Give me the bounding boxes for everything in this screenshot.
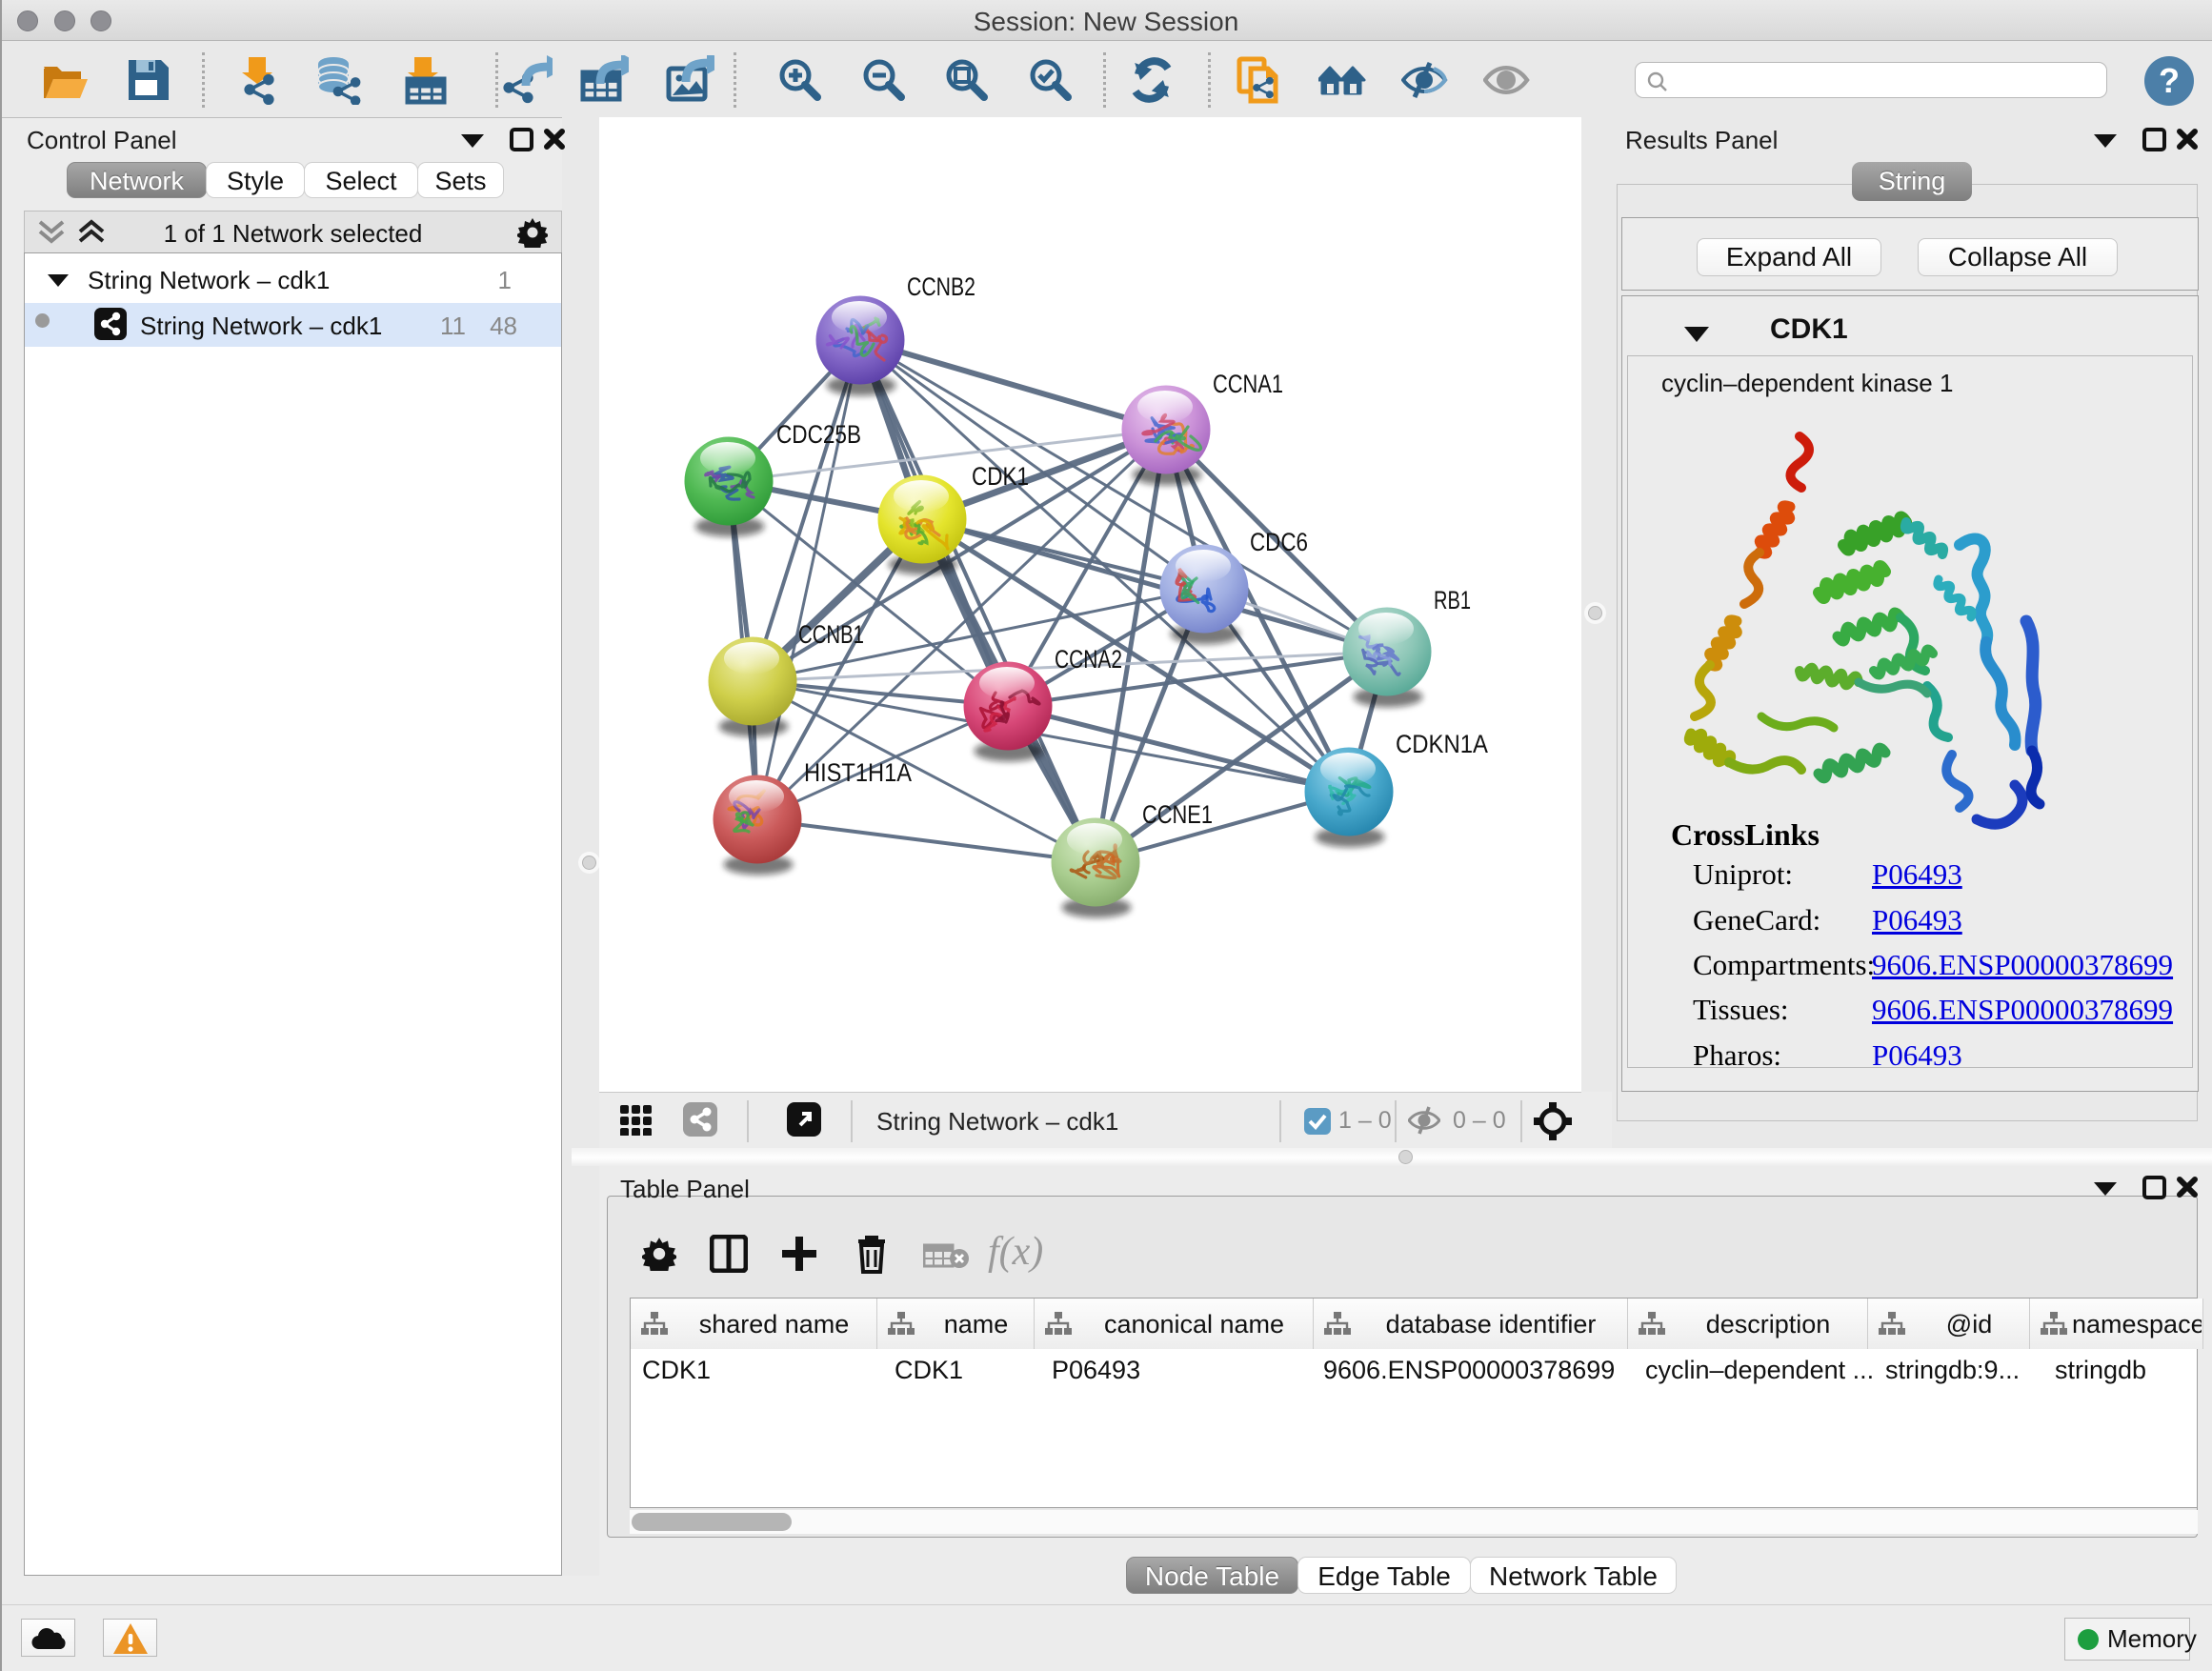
svg-text:CCNA2: CCNA2 <box>1055 645 1122 674</box>
svg-text:CCNB2: CCNB2 <box>907 272 975 301</box>
svg-text:CCNA1: CCNA1 <box>1213 370 1283 398</box>
svg-text:CCNE1: CCNE1 <box>1142 800 1213 829</box>
svg-text:CDC25B: CDC25B <box>776 420 861 449</box>
svg-text:RB1: RB1 <box>1434 586 1471 614</box>
svg-text:?: ? <box>2159 61 2180 100</box>
svg-text:CDK1: CDK1 <box>972 462 1029 491</box>
svg-text:CDKN1A: CDKN1A <box>1396 730 1488 758</box>
svg-text:CCNB1: CCNB1 <box>798 620 864 649</box>
svg-text:HIST1H1A: HIST1H1A <box>804 758 912 787</box>
svg-text:CDC6: CDC6 <box>1250 528 1308 556</box>
